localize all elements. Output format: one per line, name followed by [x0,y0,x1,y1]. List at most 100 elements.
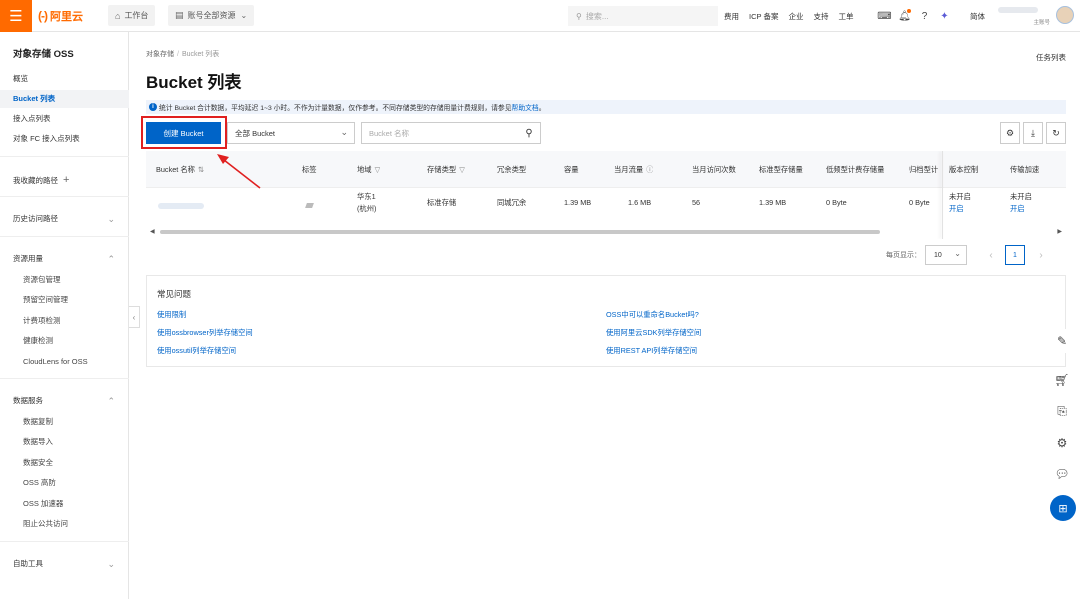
sidebar-item-reserved-space[interactable]: 预留空间管理 [0,291,129,309]
faq-link[interactable]: 使用REST API列举存储空间 [606,346,697,356]
help-icon[interactable]: ⓘ [646,165,653,174]
faq-link[interactable]: OSS中可以重命名Bucket吗? [606,310,699,320]
notification-dot [907,8,911,13]
search-icon[interactable]: ⚲ [518,123,540,143]
document-icon[interactable]: ⎘ [1050,399,1074,423]
sidebar-item-block-public-access[interactable]: 阻止公共访问 [0,515,129,533]
chat-icon[interactable]: 💬︎ [1050,462,1074,486]
table-horizontal-scrollbar[interactable]: ◀ ▶ [146,228,1066,236]
resource-scope-dropdown[interactable]: ▤ 账号全部资源 ⌄ [168,5,255,26]
sidebar-item-resource-pack[interactable]: 资源包管理 [0,271,129,289]
terminal-icon[interactable]: ⌨ [876,8,893,25]
menu-icon[interactable]: ☰ [0,0,32,32]
sidebar-section-self-tools[interactable]: 自助工具 ⌄ [0,555,129,573]
breadcrumb-oss[interactable]: 对象存储 [146,51,174,58]
enable-accel-link[interactable]: 开启 [1010,204,1025,213]
cell-region: 华东1 (杭州) [357,191,376,215]
col-storage-type[interactable]: 存储类型 ▽ [427,151,465,188]
sidebar-item-data-import[interactable]: 数据导入 [0,433,129,451]
bucket-name-placeholder: Bucket 名称 [369,128,410,138]
scroll-right-icon[interactable]: ▶ [1057,228,1062,235]
filter-icon[interactable]: ▽ [375,165,381,174]
col-region[interactable]: 地域 ▽ [357,151,380,188]
sidebar-item-data-security[interactable]: 数据安全 [0,454,129,472]
help-icon[interactable]: ? [916,8,933,25]
faq-panel: 常见问题 使用限制 使用ossbrowser列举存储空间 使用ossutil列举… [146,275,1066,367]
link-enterprise[interactable]: 企业 [788,11,803,22]
settings-icon[interactable]: ⚙ [1000,122,1020,144]
prev-page-icon[interactable]: ‹ [981,250,1001,261]
aliyun-logo[interactable]: (-) 阿里云 [38,8,83,24]
faq-link[interactable]: 使用限制 [157,310,186,320]
language-switch[interactable]: 简体 [970,11,985,22]
current-page[interactable]: 1 [1005,245,1025,265]
sidebar-history-paths[interactable]: 历史访问路径 ⌄ [0,210,129,228]
global-search-input[interactable]: ⚲ 搜索... [568,6,718,26]
help-doc-link[interactable]: 帮助文档 [512,102,539,112]
faq-link[interactable]: 使用ossutil列举存储空间 [157,346,236,356]
sidebar-section-data-services[interactable]: 数据服务 ⌃ [0,392,129,410]
cell-redundancy: 同城冗余 [497,198,527,207]
sidebar-fav-paths[interactable]: 我收藏的路径 + [0,171,129,189]
col-capacity: 容量 [564,165,579,174]
chevron-down-icon: ⌄ [240,11,248,20]
link-support[interactable]: 支持 [813,11,828,22]
apps-icon[interactable]: ⊞ [1050,495,1076,521]
account-info[interactable]: 主账号 [998,4,1050,28]
top-icon-group: ⌨ 🔔︎ ? ✦ [876,0,956,32]
breadcrumb-current: Bucket 列表 [181,51,220,58]
sidebar-item-data-replication[interactable]: 数据复制 [0,413,129,431]
ai-assistant-icon[interactable]: ✦ [936,8,953,25]
page-title: Bucket 列表 [146,73,242,92]
avatar[interactable] [1056,6,1074,24]
chevron-down-icon: ⌄ [954,249,961,258]
faq-link[interactable]: 使用阿里云SDK列举存储空间 [606,328,701,338]
tag-icon[interactable] [305,203,314,208]
sidebar-section-resource-usage[interactable]: 资源用量 ⌃ [0,250,129,268]
list-icon: ▤ [175,10,184,20]
sidebar-item-cloudlens[interactable]: CloudLens for OSS [0,353,129,371]
settings-icon[interactable]: ⚙ [1050,431,1074,455]
col-ia-storage: 低频型计费存储量 [826,165,885,174]
edit-icon[interactable]: ✎ [1050,329,1074,353]
faq-link[interactable]: 使用ossbrowser列举存储空间 [157,328,253,338]
scroll-left-icon[interactable]: ◀ [150,228,155,235]
home-icon: ⌂ [115,10,121,21]
refresh-icon[interactable]: ↻ [1046,122,1066,144]
chevron-down-icon: ⌄ [107,214,115,224]
link-icp[interactable]: ICP 备案 [749,11,778,22]
next-page-icon[interactable]: › [1031,250,1051,261]
sidebar-item-oss-ddos[interactable]: OSS 高防 [0,474,129,492]
task-list-link[interactable]: 任务列表 [1036,52,1066,63]
chevron-down-icon: ⌄ [340,127,348,137]
bell-icon[interactable]: 🔔︎ [896,8,913,25]
bucket-name-search-input[interactable]: Bucket 名称 ⚲ [361,122,541,144]
page-size-select[interactable]: 10 ⌄ [925,245,967,265]
sidebar-item-bucket-list[interactable]: Bucket 列表 [0,90,129,108]
cart-icon[interactable]: 🛒︎ [1050,368,1074,392]
scrollbar-thumb[interactable] [160,230,880,234]
download-icon[interactable]: ⤓ [1023,122,1043,144]
sidebar-item-overview[interactable]: 概览 [0,70,129,88]
bucket-name-blurred[interactable] [158,203,204,209]
link-ticket[interactable]: 工单 [838,11,853,22]
sidebar-item-oss-accelerator[interactable]: OSS 加速器 [0,495,129,513]
notice-suffix: 。 [538,105,546,112]
cell-archive-storage: 0 Byte [909,198,930,207]
plus-icon[interactable]: + [63,174,69,186]
col-bucket-name[interactable]: Bucket 名称 ⇅ [156,151,204,188]
filter-icon[interactable]: ▽ [459,165,465,174]
link-billing[interactable]: 费用 [724,11,739,22]
divider [0,156,129,157]
sidebar-item-health-check[interactable]: 健康检测 [0,332,129,350]
enable-versioning-link[interactable]: 开启 [949,204,964,213]
data-services-label: 数据服务 [13,396,43,405]
sort-icon[interactable]: ⇅ [198,165,204,174]
workbench-button[interactable]: ⌂ 工作台 [108,5,156,26]
sidebar-item-fc-access-points[interactable]: 对象 FC 接入点列表 [0,130,129,148]
versioning-status: 未开启 [949,192,971,201]
sidebar-item-billing-check[interactable]: 计费项检测 [0,312,129,330]
bucket-filter-select[interactable]: 全部 Bucket ⌄ [227,122,355,144]
sidebar-item-access-points[interactable]: 接入点列表 [0,110,129,128]
workbench-label: 工作台 [124,11,149,20]
